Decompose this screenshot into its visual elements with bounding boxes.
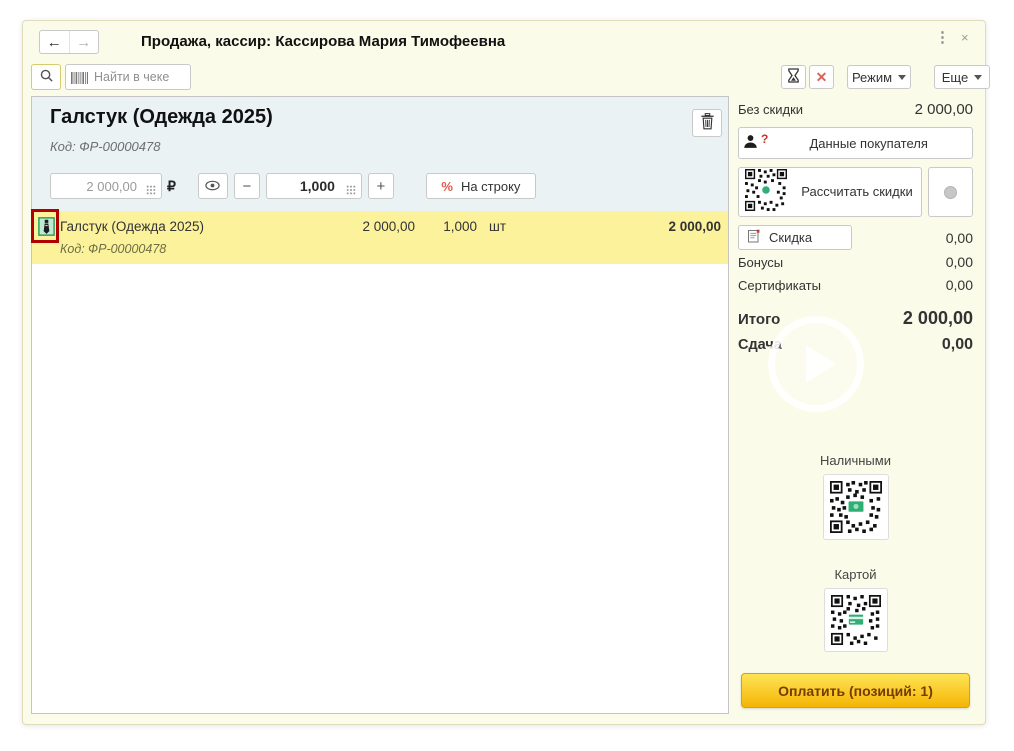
price-input[interactable]: [51, 174, 161, 198]
help-question-mark: ?: [761, 132, 768, 146]
change-row: Сдача 0,00: [738, 336, 973, 354]
barcode-icon: [71, 71, 88, 89]
customer-data-label: Данные покупателя: [785, 136, 972, 151]
history-nav-group: ← →: [39, 30, 99, 54]
page-title: Продажа, кассир: Кассирова Мария Тимофее…: [141, 33, 505, 50]
quantity-field: [266, 173, 362, 199]
delete-line-button[interactable]: [692, 109, 722, 137]
gray-dot-icon: [944, 186, 957, 199]
total-value: 2 000,00: [903, 308, 973, 329]
certificates-label: Сертификаты: [738, 278, 821, 293]
qr-discount-icon: [745, 169, 787, 215]
receipt-list-panel: Галстук (Одежда 2025) Код: ФР-00000478 ₽…: [31, 96, 729, 714]
row-price: 2 000,00: [310, 219, 415, 234]
bonus-row: Бонусы 0,00: [738, 254, 973, 273]
qr-cash-icon: [830, 481, 882, 533]
search-icon: [39, 68, 54, 86]
person-icon: [743, 134, 758, 152]
hourglass-icon: [787, 68, 800, 86]
postpone-receipt-button[interactable]: [781, 65, 806, 89]
discount-label: Скидка: [769, 230, 812, 245]
window-menu-icon[interactable]: ⋮: [935, 28, 950, 46]
quantity-decrease-button[interactable]: −: [234, 173, 260, 199]
view-price-details-button[interactable]: [198, 173, 228, 199]
numpad-grid-icon[interactable]: [346, 182, 356, 200]
pay-button[interactable]: Оплатить (позиций: 1): [741, 673, 970, 708]
bonus-label: Бонусы: [738, 255, 783, 270]
window-close-icon[interactable]: ×: [961, 30, 969, 45]
line-discount-button[interactable]: % На строку: [426, 173, 536, 199]
credit-card-icon: [848, 614, 864, 625]
receipt-row-line: Галстук (Одежда 2025) 2 000,00 1,000 шт …: [32, 217, 728, 236]
back-button[interactable]: ←: [40, 31, 70, 53]
pos-window: ← → Продажа, кассир: Кассирова Мария Тим…: [22, 20, 986, 725]
row-total: 2 000,00: [523, 219, 728, 234]
change-value: 0,00: [942, 336, 973, 354]
banknote-icon: [847, 501, 863, 513]
chevron-down-icon: [974, 75, 982, 80]
card-payment-qr[interactable]: [824, 588, 888, 652]
discount-document-icon: [747, 229, 761, 246]
product-title: Галстук (Одежда 2025): [50, 106, 273, 129]
change-label: Сдача: [738, 337, 782, 353]
line-edit-controls: ₽ − + % На строку: [50, 173, 536, 199]
receipt-row-selected[interactable]: Галстук (Одежда 2025) 2 000,00 1,000 шт …: [32, 211, 728, 264]
currency-symbol: ₽: [167, 178, 176, 195]
mode-label: Режим: [852, 70, 892, 85]
annotation-highlight-box: [31, 209, 59, 243]
discount-row: Скидка 0,00: [738, 225, 973, 250]
calc-discounts-button[interactable]: Рассчитать скидки: [738, 167, 922, 217]
no-discount-value: 2 000,00: [915, 101, 973, 118]
certificates-value: 0,00: [946, 277, 973, 293]
total-row: Итого 2 000,00: [738, 308, 973, 329]
line-discount-label: На строку: [461, 179, 520, 194]
search-button[interactable]: [31, 64, 61, 90]
cancel-x-icon: ✕: [816, 69, 828, 86]
customer-data-button[interactable]: ? Данные покупателя: [738, 127, 973, 159]
product-code: Код: ФР-00000478: [50, 139, 160, 154]
quantity-increase-button[interactable]: +: [368, 173, 394, 199]
trash-icon: [700, 113, 715, 133]
calc-discounts-label: Рассчитать скидки: [797, 184, 921, 200]
eye-icon: [204, 179, 221, 194]
summary-panel: Без скидки 2 000,00 ? Данные покупателя: [738, 101, 973, 652]
pay-button-label: Оплатить (позиций: 1): [778, 683, 933, 699]
receipt-search-field: [65, 64, 191, 90]
percent-icon: %: [441, 179, 453, 194]
no-discount-row: Без скидки 2 000,00: [738, 101, 973, 121]
row-product-name: Галстук (Одежда 2025): [60, 219, 310, 234]
card-payment-label: Картой: [738, 567, 973, 582]
discount-value: 0,00: [852, 230, 973, 246]
calc-discounts-row: Рассчитать скидки: [738, 167, 973, 217]
more-label: Еще: [942, 70, 968, 85]
certificates-row: Сертификаты 0,00: [738, 277, 973, 296]
row-unit: шт: [477, 219, 523, 234]
row-quantity: 1,000: [415, 219, 477, 234]
numpad-grid-icon[interactable]: [146, 182, 156, 200]
auto-discount-indicator-button[interactable]: [928, 167, 973, 217]
no-discount-label: Без скидки: [738, 102, 803, 117]
qr-card-icon: [831, 595, 881, 645]
more-dropdown-button[interactable]: Еще: [934, 65, 990, 89]
row-product-code: Код: ФР-00000478: [60, 242, 166, 256]
forward-button[interactable]: →: [70, 31, 99, 53]
cash-payment-label: Наличными: [738, 453, 973, 468]
total-label: Итого: [738, 311, 780, 328]
price-field: [50, 173, 162, 199]
cash-payment-qr[interactable]: [823, 474, 889, 540]
bonus-value: 0,00: [946, 254, 973, 270]
selected-item-editor: Галстук (Одежда 2025) Код: ФР-00000478 ₽…: [32, 97, 728, 211]
discount-button[interactable]: Скидка: [738, 225, 852, 250]
chevron-down-icon: [898, 75, 906, 80]
cancel-receipt-button[interactable]: ✕: [809, 65, 834, 89]
mode-dropdown-button[interactable]: Режим: [847, 65, 911, 89]
